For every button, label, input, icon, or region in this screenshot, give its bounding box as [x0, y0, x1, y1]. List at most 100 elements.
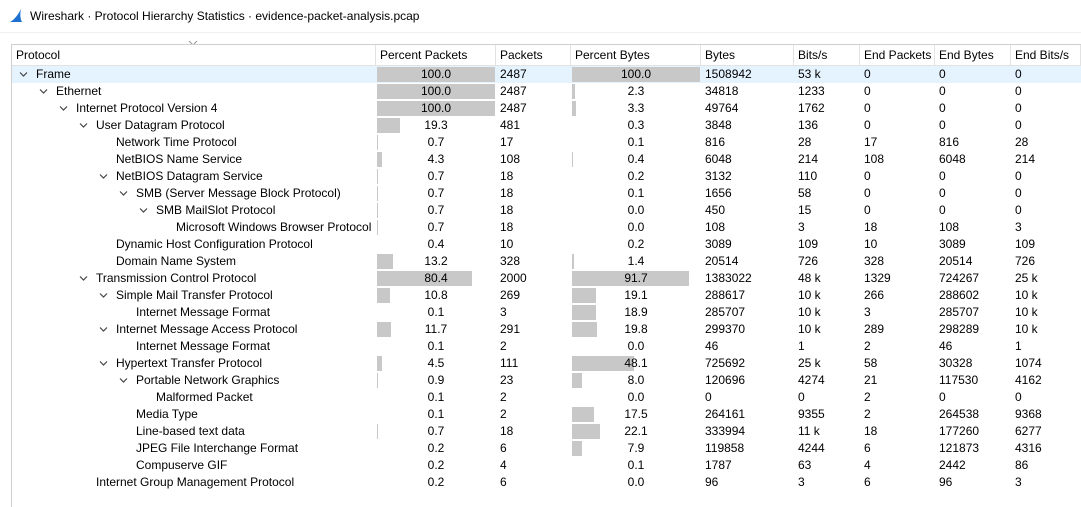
tree-row[interactable]: SMB MailSlot Protocol 0.7 18 0.0 450 15 0 0 0 [12, 202, 1081, 219]
tree-row[interactable]: Ethernet 100.0 2487 2.3 34818 1233 0 0 0 [12, 83, 1081, 100]
tree-row[interactable]: Simple Mail Transfer Protocol 10.8 269 19.1… [12, 287, 1081, 304]
bytes-cell: 49764 [705, 101, 739, 115]
tree-row[interactable]: Domain Name System 13.2 328 1.4 20514 726 328 2… [12, 253, 1081, 270]
packets-cell: 2487 [500, 67, 527, 81]
bytes-cell: 264161 [705, 407, 746, 421]
percent-bytes-cell: 48.1 [571, 355, 701, 372]
percent-bytes-cell-value: 2.3 [627, 84, 645, 98]
tree-row[interactable]: Dynamic Host Configuration Protocol 0.4 10… [12, 236, 1081, 253]
column-header-protocol[interactable]: Protocol [12, 45, 376, 66]
chevron-down-icon[interactable] [39, 87, 48, 96]
column-header-end-packets[interactable]: End Packets [860, 45, 935, 66]
protocol-name: Hypertext Transfer Protocol [116, 356, 263, 370]
chevron-down-icon[interactable] [99, 359, 108, 368]
end-bits-per-second-cell: 25 k [1015, 271, 1038, 285]
bits-per-second-cell: 48 k [798, 271, 821, 285]
protocol-cell: Microsoft Windows Browser Protocol [12, 219, 376, 236]
column-header-end-bits-per-second[interactable]: End Bits/s [1011, 45, 1081, 66]
percent-bytes-cell-value: 0.4 [627, 152, 645, 166]
packets-cell: 18 [500, 203, 514, 217]
percent-packets-cell: 0.1 [376, 304, 496, 321]
protocol-cell: Internet Message Access Protocol [12, 321, 376, 338]
tree-row[interactable]: Line-based text data 0.7 18 22.1 333994 11 k 1… [12, 423, 1081, 440]
end-bytes-cell: 724267 [939, 271, 980, 285]
tree-row[interactable]: Transmission Control Protocol 80.4 2000 91.… [12, 270, 1081, 287]
chevron-down-icon[interactable] [79, 121, 88, 130]
end-bytes-cell: 30328 [939, 356, 973, 370]
percent-packets-cell-value: 0.1 [427, 407, 445, 421]
chevron-down-icon[interactable] [79, 274, 88, 283]
tree-body: Frame 100.0 2487 100.0 1508942 53 k 0 0 0 Etherne… [12, 66, 1081, 491]
end-packets-cell: 328 [864, 254, 885, 268]
column-header-percent-packets[interactable]: Percent Packets [376, 45, 496, 66]
protocol-name: Line-based text data [136, 424, 245, 438]
percent-bytes-cell-value: 0.2 [627, 169, 645, 183]
percent-packets-cell-value: 100.0 [420, 67, 452, 81]
chevron-down-icon[interactable] [139, 206, 148, 215]
percent-bytes-cell: 0.1 [571, 457, 701, 474]
bits-per-second-cell: 58 [798, 186, 812, 200]
end-bytes-cell: 285707 [939, 305, 980, 319]
percent-packets-cell-value: 80.4 [424, 271, 448, 285]
tree-row[interactable]: Malformed Packet 0.1 2 0.0 0 0 2 0 0 [12, 389, 1081, 406]
tree-row[interactable]: Internet Group Management Protocol 0.2 6 0.… [12, 474, 1081, 491]
end-bytes-cell: 0 [939, 203, 946, 217]
end-bits-per-second-cell: 0 [1015, 84, 1022, 98]
percent-bytes-cell-value: 19.1 [624, 288, 648, 302]
column-header-bits-per-second[interactable]: Bits/s [794, 45, 860, 66]
percent-packets-cell-value: 100.0 [420, 101, 452, 115]
tree-row[interactable]: Internet Protocol Version 4 100.0 2487 3.3 4… [12, 100, 1081, 117]
tree-row[interactable]: Internet Message Format 0.1 2 0.0 46 1 2 46 1 [12, 338, 1081, 355]
bytes-cell: 288617 [705, 288, 746, 302]
percent-packets-cell-value: 0.2 [427, 475, 445, 489]
chevron-down-icon[interactable] [119, 189, 128, 198]
tree-row[interactable]: Compuserve GIF 0.2 4 0.1 1787 63 4 2442 86 [12, 457, 1081, 474]
protocol-name: Internet Message Format [136, 339, 271, 353]
percent-packets-cell: 0.2 [376, 440, 496, 457]
tree-row[interactable]: JPEG File Interchange Format 0.2 6 7.9 11985… [12, 440, 1081, 457]
chevron-down-icon[interactable] [99, 291, 108, 300]
bits-per-second-cell: 136 [798, 118, 819, 132]
percent-bytes-cell: 7.9 [571, 440, 701, 457]
tree-row[interactable]: Network Time Protocol 0.7 17 0.1 816 28 17 816 2… [12, 134, 1081, 151]
tree-row[interactable]: User Datagram Protocol 19.3 481 0.3 3848 136 0… [12, 117, 1081, 134]
column-header-packets[interactable]: Packets [496, 45, 571, 66]
tree-row[interactable]: Internet Message Access Protocol 11.7 291 1… [12, 321, 1081, 338]
bits-per-second-cell: 109 [798, 237, 819, 251]
end-bytes-cell: 3089 [939, 237, 966, 251]
tree-row[interactable]: Internet Message Format 0.1 3 18.9 285707 10 … [12, 304, 1081, 321]
tree-row[interactable]: Frame 100.0 2487 100.0 1508942 53 k 0 0 0 [12, 66, 1081, 83]
end-packets-cell: 289 [864, 322, 885, 336]
end-bits-per-second-cell: 0 [1015, 101, 1022, 115]
column-header-bytes[interactable]: Bytes [701, 45, 794, 66]
tree-row[interactable]: SMB (Server Message Block Protocol) 0.7 18… [12, 185, 1081, 202]
packets-cell: 2 [500, 390, 507, 404]
tree-row[interactable]: NetBIOS Datagram Service 0.7 18 0.2 3132 110 0… [12, 168, 1081, 185]
tree-row[interactable]: Portable Network Graphics 0.9 23 8.0 120696 4… [12, 372, 1081, 389]
bytes-cell: 119858 [705, 441, 745, 455]
percent-bytes-cell: 0.0 [571, 474, 701, 491]
column-header-percent-bytes[interactable]: Percent Bytes [571, 45, 701, 66]
tree-row[interactable]: NetBIOS Name Service 4.3 108 0.4 6048 214 108 6… [12, 151, 1081, 168]
protocol-hierarchy-tree[interactable]: Protocol Percent Packets Packets Percent… [11, 44, 1081, 507]
end-bits-per-second-cell: 4316 [1015, 441, 1042, 455]
bytes-cell: 1656 [705, 186, 732, 200]
chevron-down-icon[interactable] [99, 172, 108, 181]
percent-bytes-cell: 100.0 [571, 66, 701, 83]
percent-bytes-cell-value: 3.3 [627, 101, 645, 115]
tree-row[interactable]: Microsoft Windows Browser Protocol 0.7 18 0… [12, 219, 1081, 236]
tree-row[interactable]: Media Type 0.1 2 17.5 264161 9355 2 264538 9368 [12, 406, 1081, 423]
packets-cell: 2487 [500, 84, 527, 98]
chevron-down-icon[interactable] [99, 325, 108, 334]
column-header-end-bytes[interactable]: End Bytes [935, 45, 1011, 66]
end-bits-per-second-cell: 4162 [1015, 373, 1042, 387]
tree-row[interactable]: Hypertext Transfer Protocol 4.5 111 48.1 725… [12, 355, 1081, 372]
packets-cell: 269 [500, 288, 521, 302]
chevron-down-icon[interactable] [19, 70, 28, 79]
protocol-name: Transmission Control Protocol [96, 271, 257, 285]
protocol-name: NetBIOS Datagram Service [116, 169, 263, 183]
chevron-down-icon[interactable] [119, 376, 128, 385]
chevron-down-icon[interactable] [59, 104, 68, 113]
bytes-cell: 20514 [705, 254, 739, 268]
bytes-cell: 1508942 [705, 67, 752, 81]
